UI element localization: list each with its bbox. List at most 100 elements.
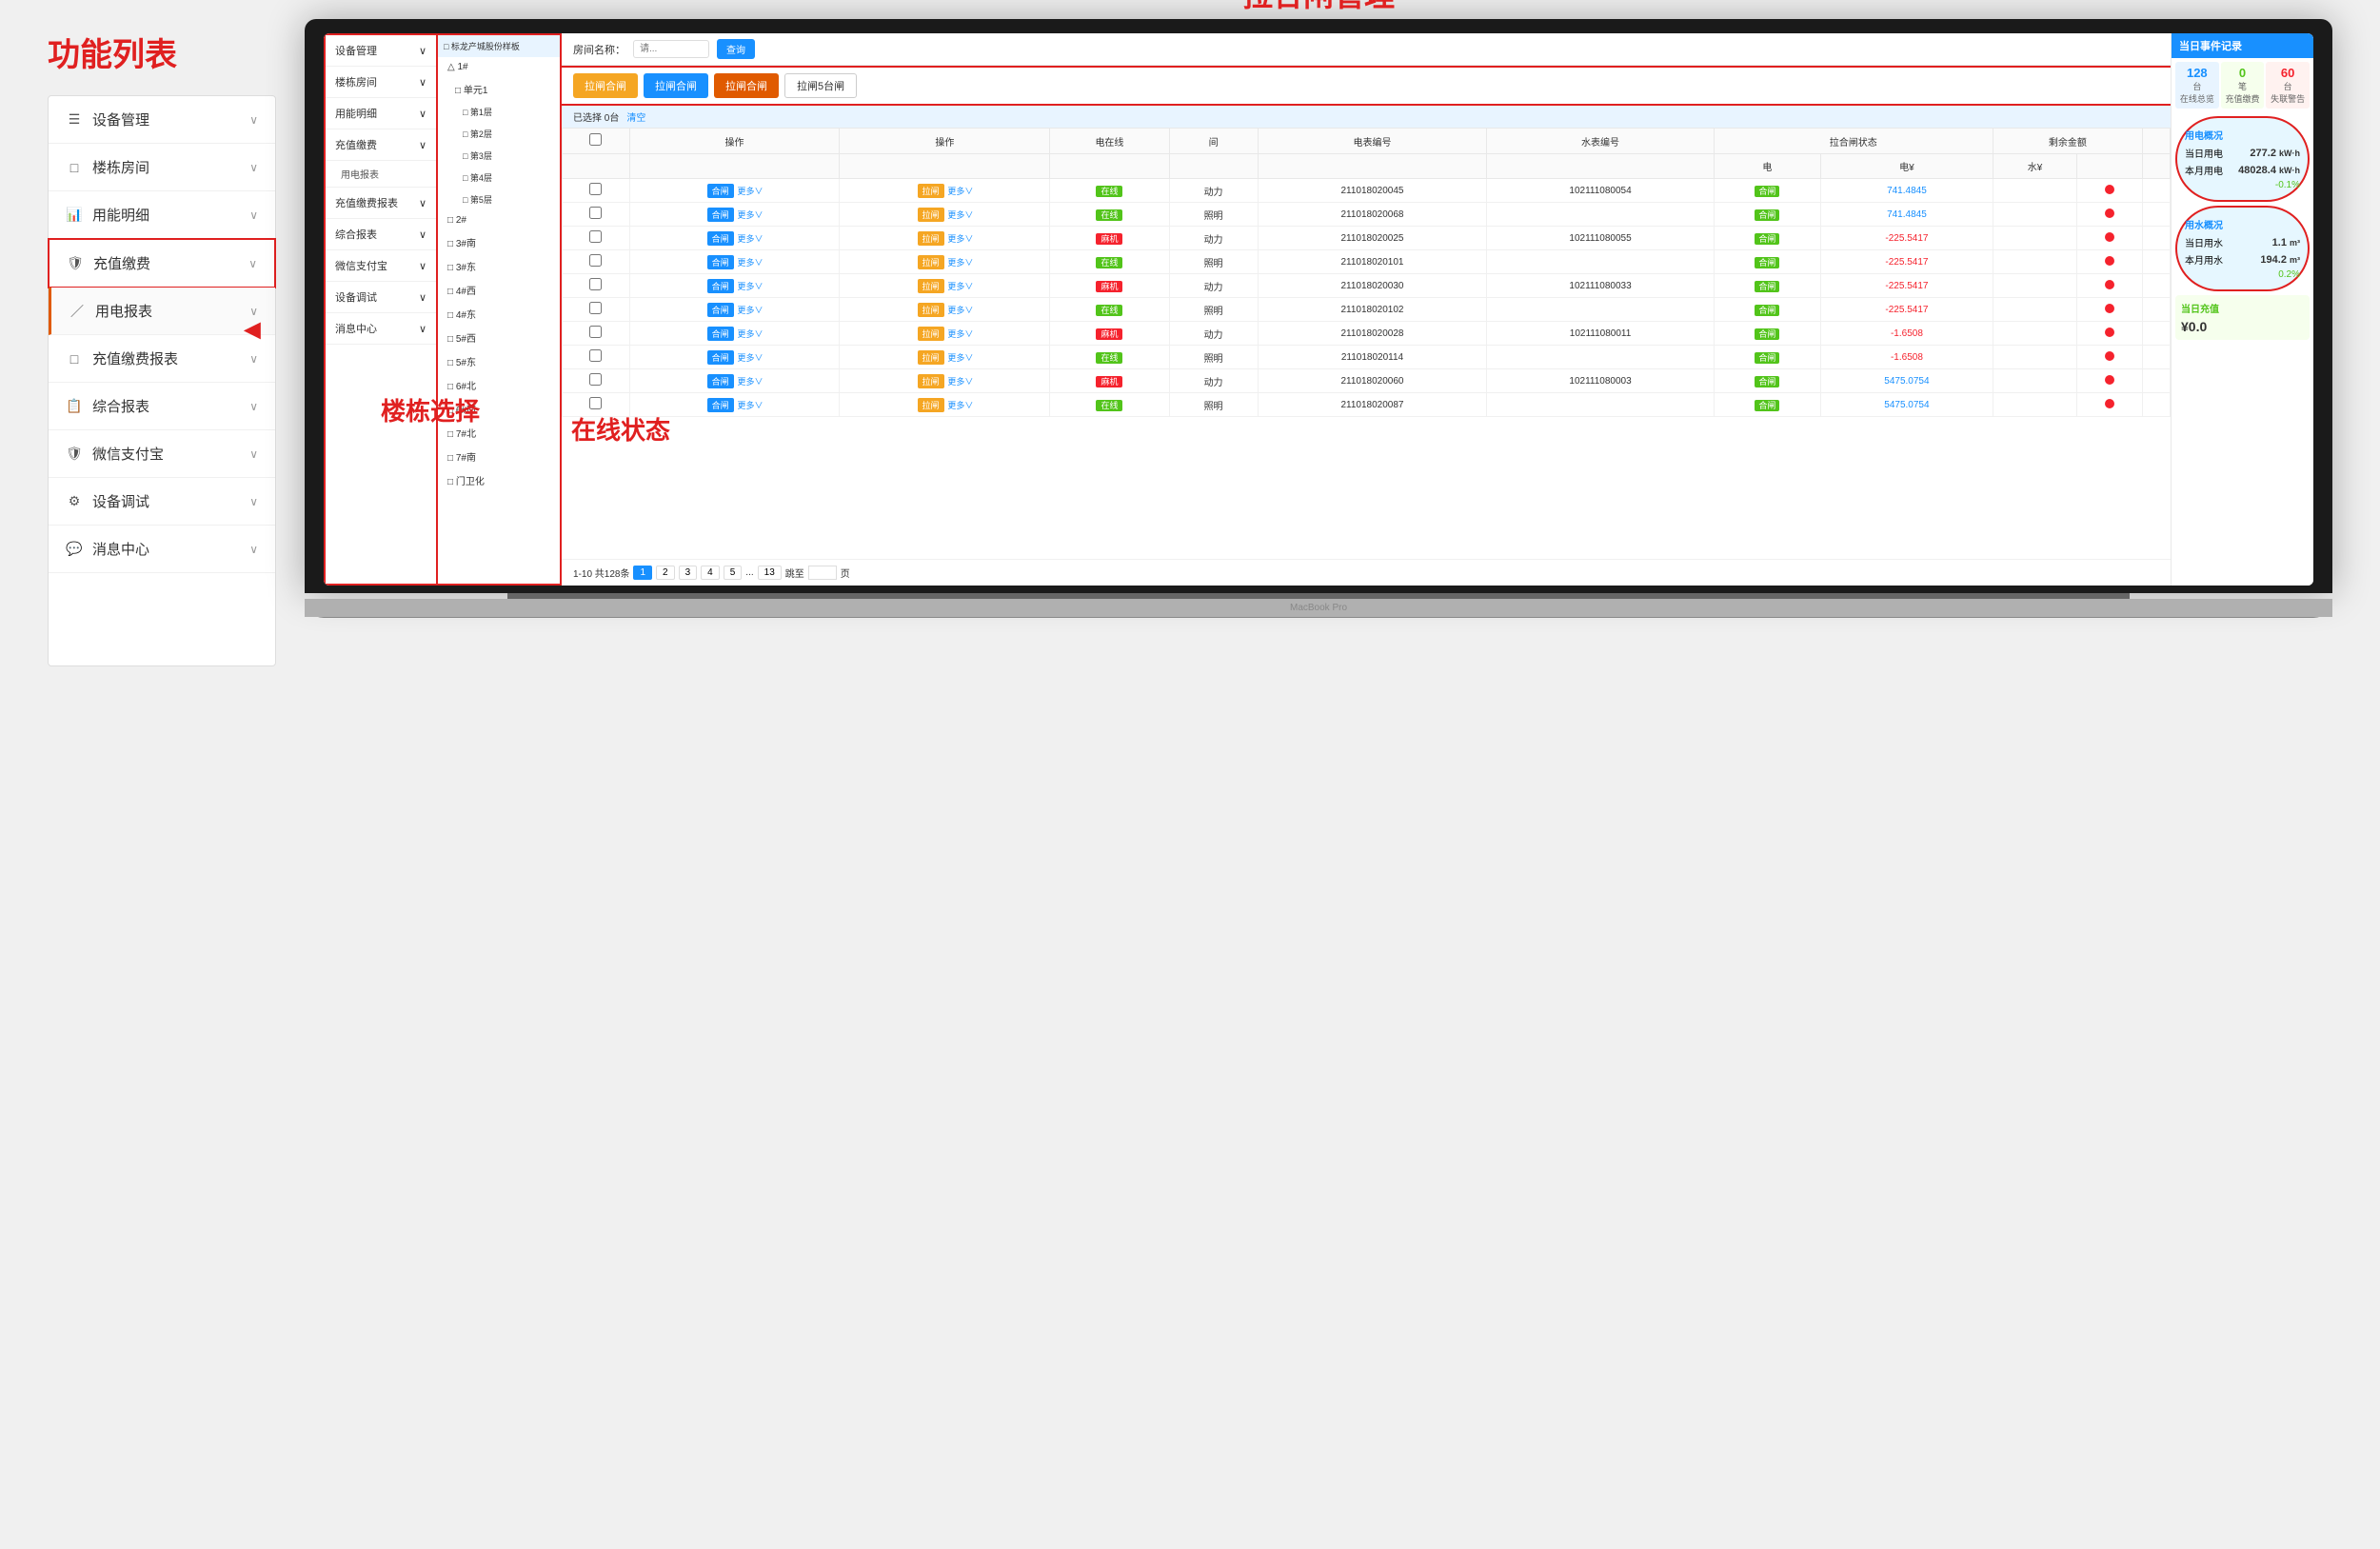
page-13[interactable]: 13: [758, 566, 782, 580]
inner-sidebar-device-debug[interactable]: 设备调试 ∨: [326, 282, 436, 313]
tree-3s[interactable]: □ 3#南: [438, 230, 560, 254]
more-btn-2-6[interactable]: 更多∨: [947, 329, 973, 339]
page-3[interactable]: 3: [679, 566, 698, 580]
more-btn-2-8[interactable]: 更多∨: [947, 377, 973, 387]
page-1[interactable]: 1: [633, 566, 652, 580]
inner-sidebar-energy[interactable]: 用能明细 ∨: [326, 98, 436, 129]
inner-sidebar-recharge[interactable]: 充值缴费 ∨: [326, 129, 436, 161]
sidebar-item-energy[interactable]: 📊 用能明细 ∨: [49, 191, 275, 239]
more-btn-1-9[interactable]: 更多∨: [737, 401, 763, 410]
tree-floor2[interactable]: □ 第2层: [438, 123, 560, 145]
more-btn-2-2[interactable]: 更多∨: [947, 234, 973, 244]
tree-floor4[interactable]: □ 第4层: [438, 167, 560, 189]
row-checkbox-5[interactable]: [589, 302, 602, 314]
sidebar-item-device-mgmt[interactable]: ☰ 设备管理 ∨: [49, 96, 275, 144]
btn-combine-8[interactable]: 合闸: [707, 374, 734, 388]
row-checkbox-7[interactable]: [589, 349, 602, 362]
btn-combine-6[interactable]: 合闸: [707, 327, 734, 341]
btn-combine-1[interactable]: 合闸: [707, 208, 734, 222]
btn-pull-3[interactable]: 拉闸: [918, 255, 944, 269]
row-checkbox-6[interactable]: [589, 326, 602, 338]
gate-btn-3[interactable]: 拉闸合闸: [714, 73, 779, 98]
tree-2[interactable]: □ 2#: [438, 210, 560, 230]
inner-sidebar-wechat[interactable]: 微信支付宝 ∨: [326, 250, 436, 282]
search-button[interactable]: 查询: [717, 39, 755, 59]
tree-root[interactable]: □ 标龙产城股份样板: [438, 35, 560, 57]
jump-input[interactable]: [808, 566, 837, 580]
inner-sidebar-device-mgmt[interactable]: 设备管理 ∨: [326, 35, 436, 67]
inner-sidebar-message[interactable]: 消息中心 ∨: [326, 313, 436, 345]
row-checkbox-4[interactable]: [589, 278, 602, 290]
btn-combine-3[interactable]: 合闸: [707, 255, 734, 269]
tree-6n[interactable]: □ 6#北: [438, 373, 560, 397]
more-btn-1-7[interactable]: 更多∨: [737, 353, 763, 363]
more-btn-2-7[interactable]: 更多∨: [947, 353, 973, 363]
btn-pull-4[interactable]: 拉闸: [918, 279, 944, 293]
row-checkbox-2[interactable]: [589, 230, 602, 243]
tree-floor5[interactable]: □ 第5层: [438, 189, 560, 210]
btn-pull-1[interactable]: 拉闸: [918, 208, 944, 222]
gate-btn-4[interactable]: 拉闸5台闸: [784, 73, 857, 98]
more-btn-1-3[interactable]: 更多∨: [737, 258, 763, 268]
btn-combine-7[interactable]: 合闸: [707, 350, 734, 365]
inner-sidebar-elec-report[interactable]: 用电报表: [326, 161, 436, 188]
more-btn-2-1[interactable]: 更多∨: [947, 210, 973, 220]
tree-unit1[interactable]: □ 单元1: [438, 77, 560, 101]
tree-7s[interactable]: □ 7#南: [438, 445, 560, 468]
more-btn-2-9[interactable]: 更多∨: [947, 401, 973, 410]
btn-pull-8[interactable]: 拉闸: [918, 374, 944, 388]
inner-sidebar-comprehensive[interactable]: 综合报表 ∨: [326, 219, 436, 250]
more-btn-2-4[interactable]: 更多∨: [947, 282, 973, 291]
tree-3e[interactable]: □ 3#东: [438, 254, 560, 278]
tree-5e[interactable]: □ 5#东: [438, 349, 560, 373]
btn-combine-0[interactable]: 合闸: [707, 184, 734, 198]
clear-link[interactable]: 清空: [626, 109, 645, 124]
tree-6s[interactable]: □ 6#南: [438, 397, 560, 421]
sidebar-item-message[interactable]: 💬 消息中心 ∨: [49, 526, 275, 573]
tree-5w[interactable]: □ 5#西: [438, 326, 560, 349]
tree-gate[interactable]: □ 门卫化: [438, 468, 560, 492]
row-checkbox-1[interactable]: [589, 207, 602, 219]
btn-pull-6[interactable]: 拉闸: [918, 327, 944, 341]
inner-sidebar-recharge-report[interactable]: 充值缴费报表 ∨: [326, 188, 436, 219]
more-btn-1-1[interactable]: 更多∨: [737, 210, 763, 220]
sidebar-item-comprehensive[interactable]: 📋 综合报表 ∨: [49, 383, 275, 430]
row-checkbox-0[interactable]: [589, 183, 602, 195]
page-2[interactable]: 2: [656, 566, 675, 580]
gate-btn-2[interactable]: 拉闸合闸: [644, 73, 708, 98]
more-btn-1-6[interactable]: 更多∨: [737, 329, 763, 339]
tree-7n[interactable]: □ 7#北: [438, 421, 560, 445]
search-input[interactable]: [633, 40, 709, 58]
page-4[interactable]: 4: [701, 566, 720, 580]
btn-pull-0[interactable]: 拉闸: [918, 184, 944, 198]
page-5[interactable]: 5: [724, 566, 743, 580]
btn-combine-9[interactable]: 合闸: [707, 398, 734, 412]
btn-pull-2[interactable]: 拉闸: [918, 231, 944, 246]
tree-floor1[interactable]: □ 第1层: [438, 101, 560, 123]
sidebar-item-recharge-report[interactable]: □ 充值缴费报表 ∨: [49, 335, 275, 383]
more-btn-2-3[interactable]: 更多∨: [947, 258, 973, 268]
sidebar-item-building-room[interactable]: □ 楼栋房间 ∨: [49, 144, 275, 191]
more-btn-1-2[interactable]: 更多∨: [737, 234, 763, 244]
btn-pull-7[interactable]: 拉闸: [918, 350, 944, 365]
more-btn-1-4[interactable]: 更多∨: [737, 282, 763, 291]
tree-4w[interactable]: □ 4#西: [438, 278, 560, 302]
btn-combine-4[interactable]: 合闸: [707, 279, 734, 293]
btn-combine-2[interactable]: 合闸: [707, 231, 734, 246]
row-checkbox-9[interactable]: [589, 397, 602, 409]
gate-btn-1[interactable]: 拉闸合闸: [573, 73, 638, 98]
tree-1[interactable]: △ 1#: [438, 57, 560, 77]
sidebar-item-electricity-report[interactable]: ／ 用电报表 ∨: [49, 288, 275, 335]
btn-pull-9[interactable]: 拉闸: [918, 398, 944, 412]
inner-sidebar-building[interactable]: 楼栋房间 ∨: [326, 67, 436, 98]
row-checkbox-8[interactable]: [589, 373, 602, 386]
btn-combine-5[interactable]: 合闸: [707, 303, 734, 317]
btn-pull-5[interactable]: 拉闸: [918, 303, 944, 317]
row-checkbox-3[interactable]: [589, 254, 602, 267]
sidebar-item-wechat[interactable]: 🛡 微信支付宝 ∨: [49, 430, 275, 478]
more-btn-1-8[interactable]: 更多∨: [737, 377, 763, 387]
tree-floor3[interactable]: □ 第3层: [438, 145, 560, 167]
more-btn-1-0[interactable]: 更多∨: [737, 187, 763, 196]
more-btn-1-5[interactable]: 更多∨: [737, 306, 763, 315]
sidebar-item-recharge[interactable]: 🛡 充值缴费 ∨: [48, 238, 276, 288]
